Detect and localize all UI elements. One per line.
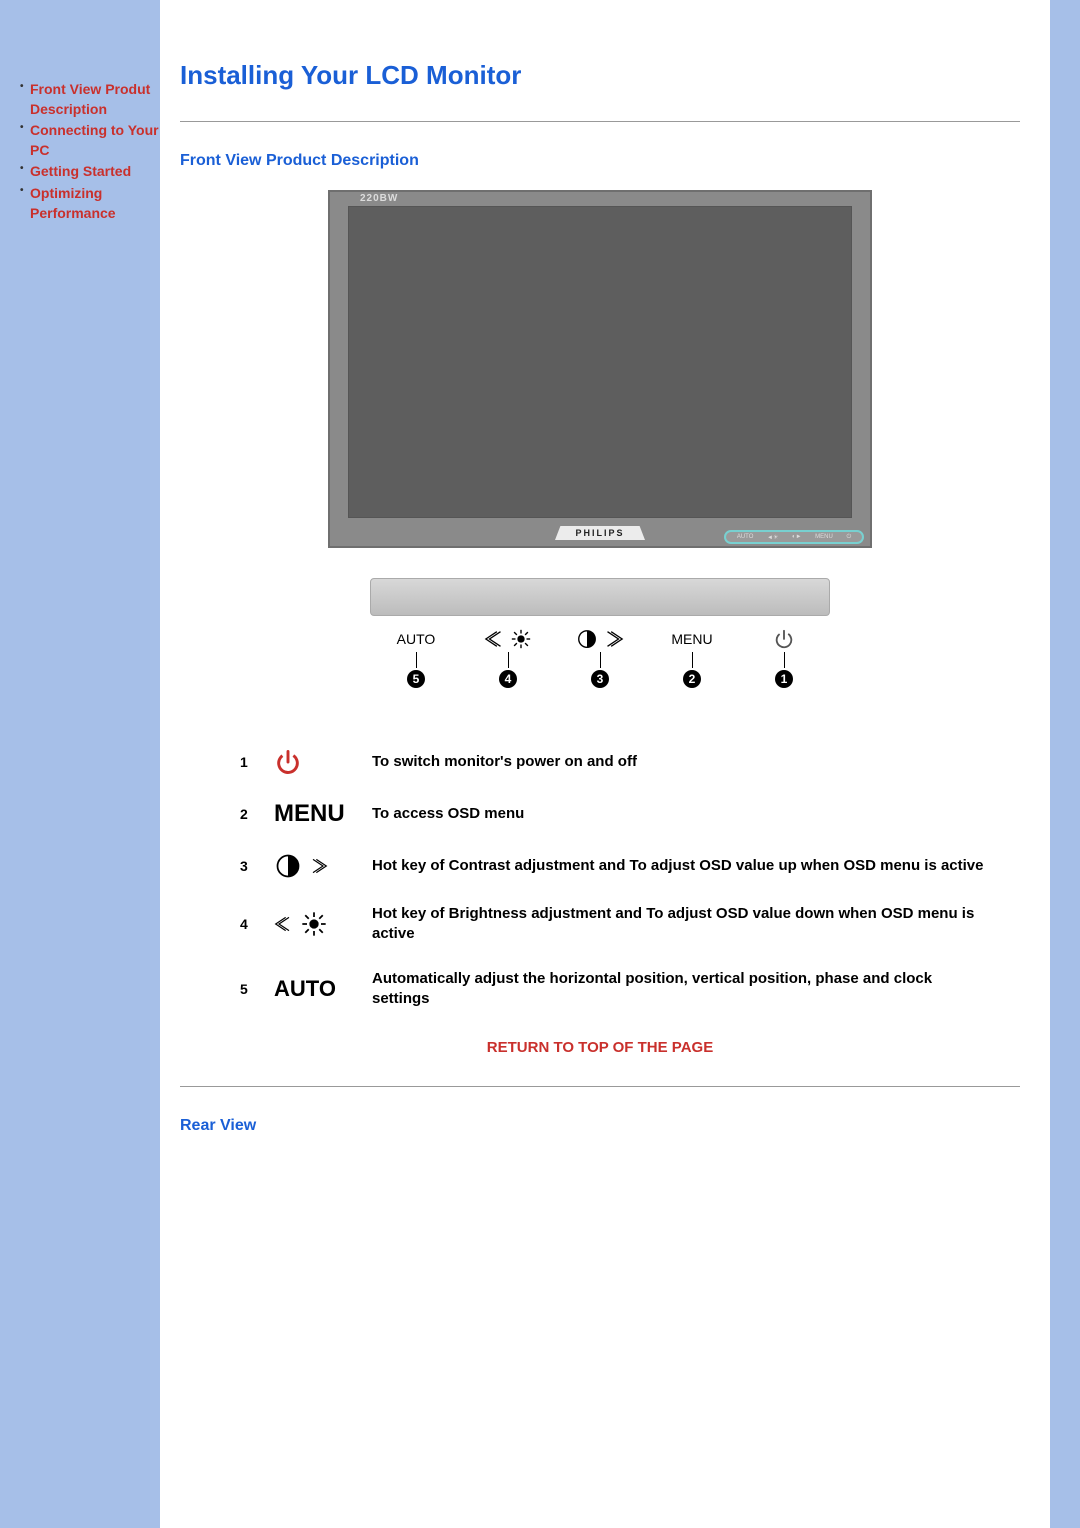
arrow-right-icon [308,856,328,876]
monitor-illustration: 220BW PHILIPS AUTO ◄☀ ◐► MENU ⏻ [328,190,872,548]
legend-num: 5 [240,981,256,997]
bar-num: 5 [407,670,425,688]
return-to-top-link[interactable]: RETURN TO TOP OF THE PAGE [180,1039,1020,1056]
sidebar-item-label: Optimizing Performance [30,185,116,221]
callout-item: AUTO [737,534,754,540]
page-title: Installing Your LCD Monitor [180,60,1020,91]
main-content: Installing Your LCD Monitor Front View P… [160,0,1050,1528]
legend-table: 1 To switch monitor's power on and off 2… [240,748,990,1009]
sidebar-item-label: Connecting to Your PC [30,122,159,158]
button-bar-figure: AUTO 5 4 [370,578,830,688]
sidebar-nav: Front View Produt Description Connecting… [20,0,160,1528]
contrast-icon [274,852,302,880]
button-callout: AUTO ◄☀ ◐► MENU ⏻ [724,530,864,544]
monitor-figure: 220BW PHILIPS AUTO ◄☀ ◐► MENU ⏻ [180,190,1020,688]
legend-row: 3 Hot key of Contrast adjustment and To … [240,852,990,880]
bar-num: 2 [683,670,701,688]
monitor-screen [348,206,852,518]
contrast-icon [576,628,598,650]
bar-col-menu: MENU 2 [652,628,732,688]
callout-item: ◐► [792,534,802,540]
divider [180,1086,1020,1087]
legend-row: 2 MENU To access OSD menu [240,800,990,828]
divider [180,121,1020,122]
sidebar-item-optimizing[interactable]: Optimizing Performance [20,184,160,223]
sidebar-item-front-view[interactable]: Front View Produt Description [20,80,160,119]
power-icon [773,628,795,650]
bar-label-auto: AUTO [397,628,436,650]
sidebar-item-label: Front View Produt Description [30,81,150,117]
legend-desc: To access OSD menu [372,804,990,824]
bar-num: 4 [499,670,517,688]
power-icon [274,748,302,776]
bar-label-menu: MENU [671,628,712,650]
callout-item: MENU [815,534,833,540]
auto-word-icon: AUTO [274,976,336,1002]
bar-col-brightness: 4 [468,628,548,688]
legend-num: 2 [240,806,256,822]
bar-num: 3 [591,670,609,688]
legend-num: 4 [240,916,256,932]
bar-num: 1 [775,670,793,688]
legend-desc: Automatically adjust the horizontal posi… [372,969,990,1010]
legend-row: 4 Hot key of Brightness adjustment and T… [240,904,990,945]
legend-desc: To switch monitor's power on and off [372,752,990,772]
callout-item: ⏻ [846,534,851,541]
arrow-left-icon [484,628,506,650]
legend-desc: Hot key of Brightness adjustment and To … [372,904,990,945]
button-bar-shell [370,578,830,616]
sidebar-item-label: Getting Started [30,163,131,179]
legend-row: 1 To switch monitor's power on and off [240,748,990,776]
monitor-model-label: 220BW [360,193,398,204]
bar-col-contrast: 3 [560,628,640,688]
return-link-label: RETURN TO TOP OF THE PAGE [487,1039,713,1056]
brightness-icon [300,910,328,938]
bar-col-auto: AUTO 5 [376,628,456,688]
brightness-icon [510,628,532,650]
legend-num: 3 [240,858,256,874]
monitor-brand-plate: PHILIPS [555,526,645,540]
section-heading-rear-view: Rear View [180,1117,1020,1135]
legend-row: 5 AUTO Automatically adjust the horizont… [240,969,990,1010]
legend-num: 1 [240,754,256,770]
arrow-left-icon [274,914,294,934]
menu-word-icon: MENU [274,800,345,828]
bar-col-power: 1 [744,628,824,688]
legend-desc: Hot key of Contrast adjustment and To ad… [372,856,990,876]
callout-item: ◄☀ [767,534,778,541]
section-heading-front-view: Front View Product Description [180,152,1020,170]
sidebar-item-connecting[interactable]: Connecting to Your PC [20,121,160,160]
sidebar-item-getting-started[interactable]: Getting Started [20,162,160,182]
arrow-right-icon [602,628,624,650]
